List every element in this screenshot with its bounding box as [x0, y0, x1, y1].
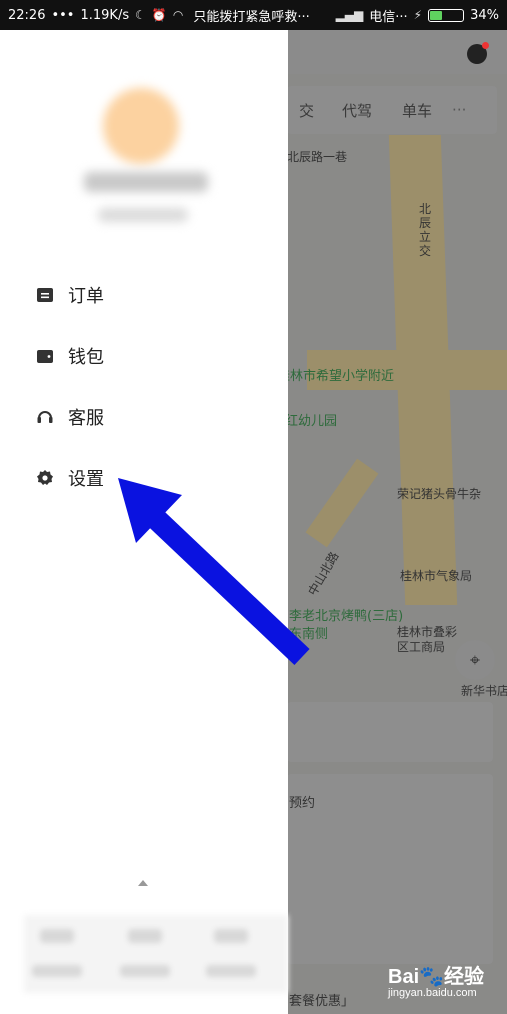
tab-mode-1[interactable]: 交	[299, 100, 314, 121]
map-card-text: 预约	[289, 796, 316, 811]
watermark-brand: Bai	[388, 966, 420, 988]
bottom-shortcuts-blurred	[24, 915, 288, 993]
tab-designated-driver[interactable]: 代驾	[342, 100, 372, 121]
baidu-watermark: Bai🐾经验 jingyan.baidu.com	[388, 960, 484, 999]
map-label-poi: 李老北京烤鸭(三店)东南侧	[289, 609, 404, 642]
battery-percent: 34%	[470, 7, 499, 23]
side-drawer: 订单 钱包 客服 设置	[0, 30, 288, 1014]
user-phone-blurred	[98, 208, 188, 222]
order-icon	[37, 288, 53, 302]
menu-label-wallet: 钱包	[68, 347, 104, 368]
locate-icon[interactable]: ⌖	[455, 640, 495, 680]
map-label-poi: 桂林市气象局	[400, 569, 473, 583]
map-label-poi: 荣记猪头骨牛杂	[397, 487, 482, 501]
menu-label-settings: 设置	[68, 469, 104, 490]
alarm-icon: ⏰	[151, 8, 167, 22]
signal-icon: ▂▄▆	[335, 8, 364, 22]
moon-icon: ☾	[135, 8, 146, 22]
status-time: 22:26	[8, 7, 46, 23]
map-card[interactable]: 预约	[287, 774, 493, 964]
more-tabs-icon[interactable]: ···	[452, 101, 466, 119]
battery-icon	[428, 8, 465, 22]
map-label-poi: 新华书店	[461, 684, 507, 698]
menu-item-settings[interactable]: 设置	[36, 465, 104, 491]
status-notice: 只能拨打紧急呼救···	[193, 9, 310, 25]
map-label-poi: 桂林市叠彩区工商局	[397, 625, 458, 654]
status-carrier: 电信···	[369, 9, 408, 25]
map-footer-text: 套餐优惠」	[289, 994, 355, 1009]
service-mode-tabs: 交 代驾 单车 ···	[287, 86, 497, 134]
status-speed: 1.19K/s	[80, 7, 130, 23]
map-label-interchange: 北辰立交	[419, 202, 432, 258]
headset-icon	[37, 411, 53, 423]
charging-icon: ⚡	[413, 8, 423, 22]
map-view[interactable]: 交 代驾 单车 ··· 北辰路一巷 北辰立交 桂林市希望小学附近 红幼儿园 荣记…	[287, 30, 507, 1014]
tab-bike[interactable]: 单车	[402, 100, 432, 121]
message-icon[interactable]	[467, 42, 489, 64]
menu-label-orders: 订单	[68, 286, 104, 307]
user-name-blurred	[84, 172, 208, 192]
watermark-brand-2: 经验	[444, 966, 485, 988]
gear-icon	[37, 470, 53, 485]
map-label-road: 北辰路一巷	[287, 150, 348, 164]
chevron-up-icon[interactable]	[138, 880, 148, 886]
menu-item-wallet[interactable]: 钱包	[36, 343, 104, 369]
map-label-poi: 红幼儿园	[287, 414, 338, 429]
map-road	[305, 458, 379, 548]
avatar[interactable]	[103, 88, 179, 164]
wallet-icon	[37, 350, 53, 363]
map-label-poi: 桂林市希望小学附近	[287, 369, 395, 384]
status-dots: •••	[51, 7, 75, 23]
map-card[interactable]	[287, 702, 493, 762]
watermark-url: jingyan.baidu.com	[388, 987, 477, 999]
menu-item-orders[interactable]: 订单	[36, 282, 104, 308]
paw-icon: 🐾	[419, 966, 445, 988]
map-label-road: 中山北路	[305, 549, 342, 599]
menu-label-customer-service: 客服	[68, 408, 104, 429]
status-bar: 22:26 ••• 1.19K/s ☾ ⏰ ◠ 只能拨打紧急呼救··· ▂▄▆ …	[0, 0, 507, 30]
menu-item-customer-service[interactable]: 客服	[36, 404, 104, 430]
wifi-icon: ◠	[172, 8, 184, 22]
